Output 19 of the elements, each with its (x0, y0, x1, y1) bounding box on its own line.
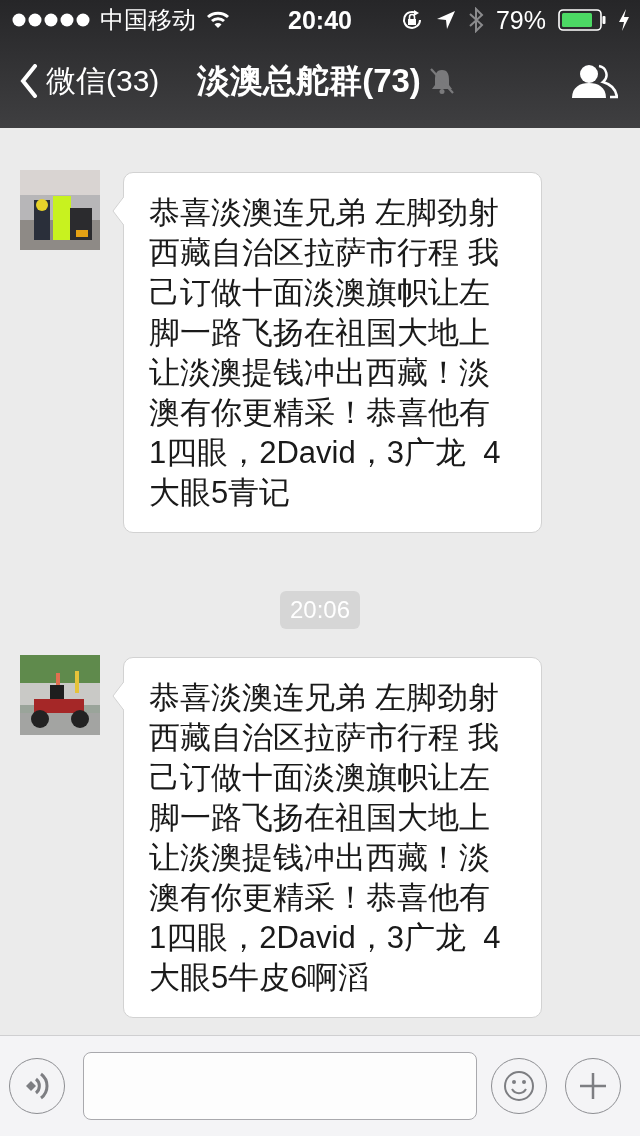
status-time: 20:40 (288, 5, 352, 35)
smiley-icon (503, 1070, 535, 1102)
voice-icon (24, 1071, 50, 1101)
signal-icon (12, 13, 90, 27)
message-text: 恭喜淡澳连兄弟 左脚劲射西藏自治区拉萨市行程 我己订做十面淡澳旗帜让左脚一路飞扬在祖国大地上让淡澳提钱冲出西藏！淡澳有你更精采！恭喜他有1四眼，2David，3广龙 4大眼5青记 (149, 194, 502, 512)
location-arrow-icon (435, 10, 456, 30)
back-chevron-icon[interactable] (20, 64, 38, 98)
message-text: 恭喜淡澳连兄弟 左脚劲射西藏自治区拉萨市行程 我己订做十面淡澳旗帜让左脚一路飞扬在祖国大地上让淡澳提钱冲出西藏！淡澳有你更精采！恭喜他有1四眼，2David，3广龙 4大眼5牛皮6啊滔 (149, 679, 502, 997)
carrier-name: 中国移动 (100, 5, 196, 35)
chat-title: 淡澳总舵群(73) (197, 60, 421, 101)
bluetooth-icon (467, 7, 484, 33)
back-button[interactable]: 微信(33) (20, 60, 160, 102)
message-input-field[interactable] (83, 1052, 477, 1120)
charging-bolt-icon (618, 9, 630, 31)
wifi-icon (206, 11, 230, 29)
group-members-icon[interactable] (572, 63, 618, 99)
plus-icon (578, 1071, 608, 1101)
battery-icon (558, 9, 606, 31)
battery-percentage: 79% (495, 5, 546, 35)
